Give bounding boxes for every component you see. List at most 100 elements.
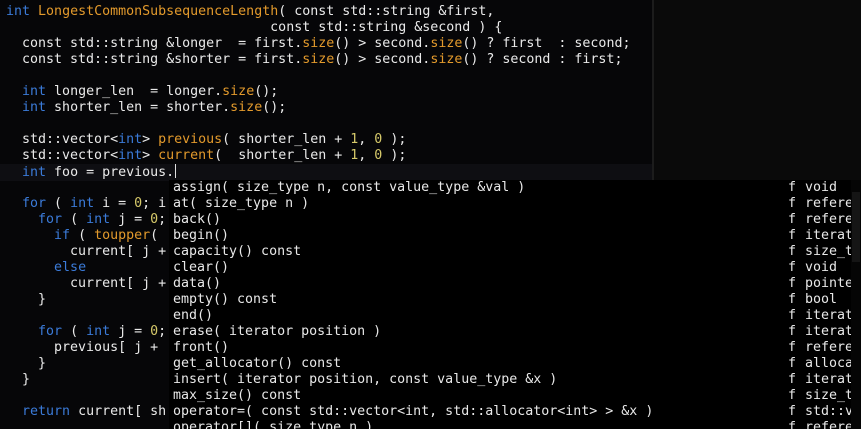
code-line[interactable]: current[ j +	[6, 276, 166, 292]
code-token: const std::string &shorter = first.	[6, 52, 303, 67]
code-token: () ? second : first;	[462, 52, 623, 67]
completion-item[interactable]: clear() f void	[169, 260, 861, 276]
code-token: if	[54, 228, 71, 243]
code-line[interactable]: int LongestCommonSubsequenceLength( cons…	[6, 4, 494, 20]
completion-item-name: operator[]( size_type n )	[173, 420, 374, 429]
code-token: >	[142, 132, 159, 147]
completion-item-name: back()	[173, 212, 222, 227]
code-line[interactable]: std::vector<int> current( shorter_len + …	[6, 148, 406, 164]
code-line[interactable]: const std::string &second ) {	[6, 20, 502, 36]
code-token: 0	[150, 324, 159, 339]
code-token: i =	[94, 196, 135, 211]
code-token: current[ j +	[6, 276, 167, 291]
completion-item[interactable]: operator[]( size_type n ) f referen	[169, 420, 861, 429]
code-line[interactable]: for ( int j = 0; j	[6, 212, 182, 228]
code-token: ( shorter_len +	[214, 148, 351, 163]
code-line[interactable]: previous[ j +	[6, 340, 158, 356]
completion-item[interactable]: get_allocator() const f allocat	[169, 356, 861, 372]
code-token: j =	[110, 212, 151, 227]
code-token: size	[222, 84, 255, 99]
code-line[interactable]: }	[6, 372, 30, 388]
completion-item-kind: f	[788, 324, 797, 339]
code-line[interactable]: for ( int i = 0; i	[6, 196, 166, 212]
code-line[interactable]: std::vector<int> previous( shorter_len +…	[6, 132, 406, 148]
code-token: (	[150, 228, 159, 243]
code-line[interactable]: if ( toupper(	[6, 228, 158, 244]
code-token: >	[142, 148, 159, 163]
completion-item[interactable]: max_size() const f size_ty	[169, 388, 861, 404]
code-token: int	[6, 4, 31, 19]
code-token: std::vector<	[6, 148, 119, 163]
code-token: );	[382, 132, 407, 147]
code-token: const std::string &second ) {	[6, 20, 503, 35]
completion-scrollbar[interactable]	[851, 180, 861, 429]
completion-item[interactable]: operator=( const std::vector<int, std::a…	[169, 404, 861, 420]
completion-item-name: operator=( const std::vector<int, std::a…	[173, 404, 654, 419]
completion-item-name: max_size() const	[173, 388, 302, 403]
code-token: () > second.	[334, 52, 431, 67]
code-token: size	[230, 100, 263, 115]
code-token: 0	[134, 196, 143, 211]
code-token: size	[430, 36, 463, 51]
completion-item[interactable]: insert( iterator position, const value_t…	[169, 372, 861, 388]
completion-item-kind: f	[788, 292, 797, 307]
completion-item[interactable]: back() f referen	[169, 212, 861, 228]
completion-item[interactable]: assign( size_type n, const value_type &v…	[169, 180, 861, 196]
completion-item[interactable]: front() f referen	[169, 340, 861, 356]
code-editor[interactable]: int LongestCommonSubsequenceLength( cons…	[0, 0, 861, 429]
code-line[interactable]: current[ j +	[6, 244, 166, 260]
code-token: for	[38, 212, 63, 227]
completion-popup[interactable]: assign( size_type n, const value_type &v…	[169, 180, 861, 429]
code-token: size	[302, 36, 335, 51]
completion-item-name: empty() const	[173, 292, 278, 307]
code-token: for	[22, 196, 47, 211]
code-line[interactable]: const std::string &shorter = first.size(…	[6, 52, 622, 68]
completion-item-kind: f	[788, 388, 797, 403]
code-token: return	[22, 404, 71, 419]
code-token: const std::string &longer = first.	[6, 36, 303, 51]
code-line[interactable]: else	[6, 260, 86, 276]
code-line[interactable]: }	[6, 292, 46, 308]
completion-item[interactable]: data() f pointer	[169, 276, 861, 292]
code-token: (	[46, 196, 71, 211]
code-token: ,	[358, 132, 375, 147]
scrollbar-thumb[interactable]	[852, 192, 860, 262]
code-line[interactable]: int shorter_len = shorter.size();	[6, 100, 286, 116]
completion-item-name: assign( size_type n, const value_type &v…	[173, 180, 526, 195]
code-line[interactable]: const std::string &longer = first.size()…	[6, 36, 630, 52]
completion-item-name: clear()	[173, 260, 230, 275]
completion-item-kind: f	[788, 212, 797, 227]
completion-item[interactable]: empty() const f bool	[169, 292, 861, 308]
code-token: () ? first : second;	[462, 36, 631, 51]
code-line[interactable]: }	[6, 356, 46, 372]
completion-item-kind: f	[788, 308, 797, 323]
code-line[interactable]: int longer_len = longer.size();	[6, 84, 278, 100]
completion-item-kind: f	[788, 196, 797, 211]
code-token: ,	[358, 148, 375, 163]
completion-item[interactable]: capacity() const f size_ty	[169, 244, 861, 260]
completion-item-name: get_allocator() const	[173, 356, 342, 371]
code-token: }	[6, 292, 47, 307]
code-line[interactable]: int foo = previous.	[6, 164, 177, 180]
completion-item[interactable]: begin() f iterato	[169, 228, 861, 244]
code-token: int	[22, 100, 47, 115]
completion-item[interactable]: erase( iterator position ) f iterato	[169, 324, 861, 340]
completion-item[interactable]: at( size_type n ) f referen	[169, 196, 861, 212]
code-line[interactable]: for ( int j = 0; j	[6, 324, 182, 340]
code-token: }	[6, 372, 31, 387]
completion-item[interactable]: end() f iterato	[169, 308, 861, 324]
code-line[interactable]: return current[ sh	[6, 404, 166, 420]
right-split-pane[interactable]	[654, 0, 861, 181]
text-cursor	[175, 164, 177, 178]
code-token: shorter_len = shorter.	[46, 100, 231, 115]
code-token: size	[302, 52, 335, 67]
code-token: for	[38, 324, 63, 339]
code-token: (	[62, 212, 87, 227]
completion-item-name: at( size_type n )	[173, 196, 310, 211]
